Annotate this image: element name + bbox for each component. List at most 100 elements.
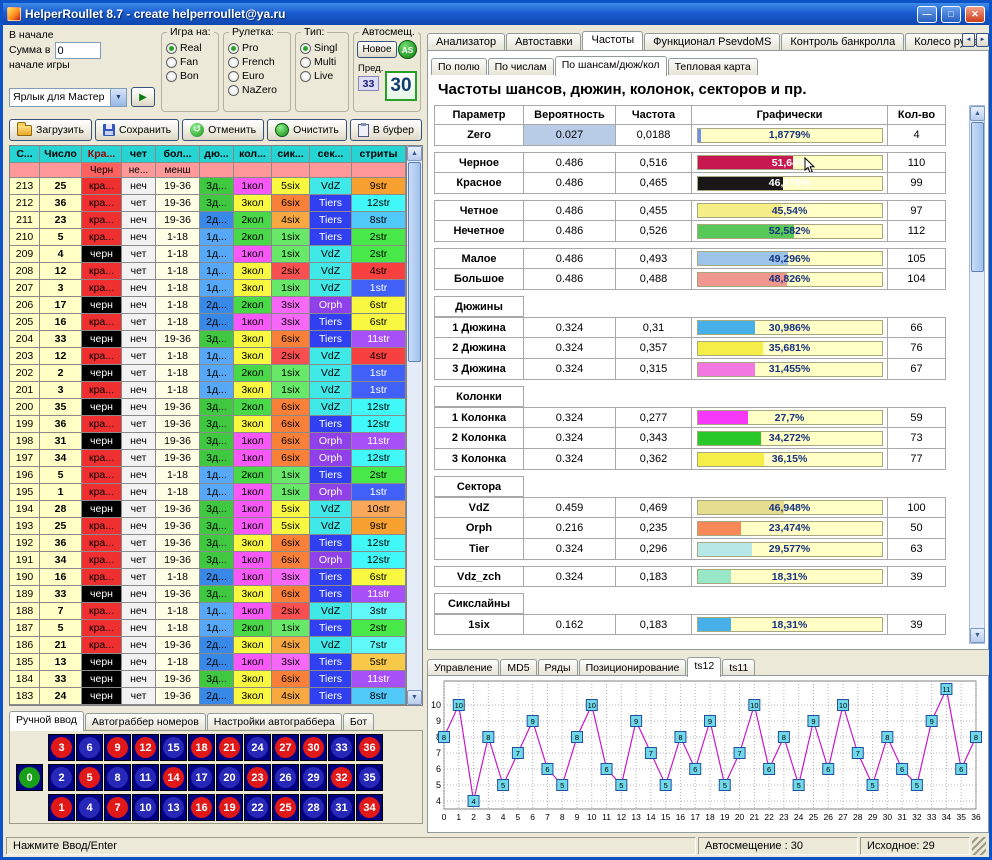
param-cell[interactable]: Tier <box>434 539 524 560</box>
close-button[interactable]: ✕ <box>965 6 985 23</box>
pad-number-31[interactable]: 31 <box>328 794 355 821</box>
pad-number-18[interactable]: 18 <box>188 734 215 761</box>
param-cell[interactable]: 2 Колонка <box>434 428 524 449</box>
table-row[interactable]: 19734кра...чет19-363д...1кол6sixOrph12st… <box>10 450 406 467</box>
filter-cell[interactable] <box>10 163 40 178</box>
start-sum-input[interactable] <box>55 42 101 59</box>
table-row[interactable]: 19016кра...чет1-182д...1кол3sixTiers6str <box>10 569 406 586</box>
pad-number-16[interactable]: 16 <box>188 794 215 821</box>
pad-number-17[interactable]: 17 <box>188 764 215 791</box>
section-header[interactable]: Колонки <box>434 386 524 407</box>
param-cell[interactable]: Большое <box>434 269 524 290</box>
table-row[interactable]: 19134кра...чет19-363д...1кол6sixOrph12st… <box>10 552 406 569</box>
column-header[interactable]: С... <box>10 146 40 163</box>
radio-pro[interactable]: Pro <box>228 42 286 54</box>
column-header[interactable]: кол... <box>234 146 272 163</box>
pad-number-14[interactable]: 14 <box>160 764 187 791</box>
table-row[interactable]: 2022чернчет1-181д...2кол1sixVdZ1str <box>10 365 406 382</box>
table-row[interactable]: 18433черннеч19-363д...3кол6sixTiers11str <box>10 671 406 688</box>
table-row[interactable]: 2105кра...неч1-181д...2кол1sixTiers2str <box>10 229 406 246</box>
param-cell[interactable]: 3 Колонка <box>434 449 524 470</box>
param-cell[interactable]: Малое <box>434 248 524 269</box>
column-header[interactable]: Число <box>40 146 82 163</box>
section-header[interactable]: Сектора <box>434 476 524 497</box>
frequency-table-scrollbar[interactable]: ▲ ▼ <box>969 105 985 644</box>
pad-number-21[interactable]: 21 <box>216 734 243 761</box>
column-header[interactable]: Кра... <box>82 146 122 163</box>
tab-ts11[interactable]: ts11 <box>722 659 755 676</box>
tab-частоты[interactable]: Частоты <box>582 31 643 50</box>
tab-автоставки[interactable]: Автоставки <box>506 33 581 50</box>
tab-анализатор[interactable]: Анализатор <box>427 33 505 50</box>
section-header[interactable]: Дюжины <box>434 296 524 317</box>
table-row[interactable]: 18621кра...неч19-362д...3кол4sixVdZ7str <box>10 637 406 654</box>
table-row[interactable]: 1887кра...неч1-181д...1кол2sixVdZ3str <box>10 603 406 620</box>
pad-number-10[interactable]: 10 <box>132 794 159 821</box>
pad-number-9[interactable]: 9 <box>104 734 131 761</box>
pad-number-5[interactable]: 5 <box>76 764 103 791</box>
filter-cell[interactable] <box>200 163 234 178</box>
scroll-thumb[interactable] <box>408 162 421 362</box>
column-header[interactable]: чет <box>122 146 156 163</box>
tab-позиционирование[interactable]: Позиционирование <box>579 659 687 676</box>
combo-dropdown-icon[interactable]: ▼ <box>110 89 126 106</box>
table-row[interactable]: 1875кра...неч1-181д...2кол1sixTiers2str <box>10 620 406 637</box>
param-cell[interactable]: Vdz_zch <box>434 566 524 587</box>
tab-настройки-автограббера[interactable]: Настройки автограббера <box>207 713 342 730</box>
radio-nazero[interactable]: NaZero <box>228 84 286 96</box>
pad-number-3[interactable]: 3 <box>48 734 75 761</box>
tab-по-числам[interactable]: По числам <box>488 58 554 75</box>
scroll-down-icon[interactable]: ▼ <box>970 628 985 643</box>
new-button[interactable]: Новое <box>357 41 397 58</box>
pad-number-12[interactable]: 12 <box>132 734 159 761</box>
resize-grip[interactable] <box>972 837 986 855</box>
tab-автограббер-номеров[interactable]: Автограббер номеров <box>85 713 206 730</box>
radio-real[interactable]: Real <box>166 42 214 54</box>
tab-ручной-ввод[interactable]: Ручной ввод <box>9 711 84 731</box>
table-row[interactable]: 20433черннеч19-363д...3кол6sixTiers11str <box>10 331 406 348</box>
table-row[interactable]: 18513черннеч1-182д...1кол3sixTiers5str <box>10 654 406 671</box>
pad-number-6[interactable]: 6 <box>76 734 103 761</box>
pad-number-8[interactable]: 8 <box>104 764 131 791</box>
pad-number-2[interactable]: 2 <box>48 764 75 791</box>
toolbar-button-clipboard[interactable]: В буфер <box>350 119 422 141</box>
pad-number-28[interactable]: 28 <box>300 794 327 821</box>
pad-number-7[interactable]: 7 <box>104 794 131 821</box>
param-cell[interactable]: Черное <box>434 152 524 173</box>
table-row[interactable]: 2073кра...неч1-181д...3кол1sixVdZ1str <box>10 280 406 297</box>
radio-euro[interactable]: Euro <box>228 70 286 82</box>
pad-number-19[interactable]: 19 <box>216 794 243 821</box>
pad-number-33[interactable]: 33 <box>328 734 355 761</box>
tabs-scroll-right-icon[interactable]: ► <box>976 33 989 47</box>
table-row[interactable]: 21325кра...неч19-363д...1кол5sixVdZ9str <box>10 178 406 195</box>
pad-number-22[interactable]: 22 <box>244 794 271 821</box>
table-row[interactable]: 18933черннеч19-363д...3кол6sixTiers11str <box>10 586 406 603</box>
table-row[interactable]: 20035черннеч19-363д...2кол6sixVdZ12str <box>10 399 406 416</box>
filter-cell[interactable] <box>40 163 82 178</box>
play-button[interactable]: ▶ <box>131 87 155 107</box>
tab-контроль-банкролла[interactable]: Контроль банкролла <box>781 33 904 50</box>
pad-number-23[interactable]: 23 <box>244 764 271 791</box>
table-row[interactable]: 20812кра...чет1-181д...3кол2sixVdZ4str <box>10 263 406 280</box>
radio-bon[interactable]: Bon <box>166 70 214 82</box>
column-header[interactable]: сик... <box>272 146 310 163</box>
param-cell[interactable]: 2 Дюжина <box>434 338 524 359</box>
scroll-up-icon[interactable]: ▲ <box>407 146 422 161</box>
radio-multi[interactable]: Multi <box>300 56 344 68</box>
table-row[interactable]: 1951кра...неч1-181д...1кол1sixOrph1str <box>10 484 406 501</box>
filter-cell[interactable] <box>352 163 406 178</box>
param-cell[interactable]: Красное <box>434 173 524 194</box>
section-header[interactable]: Сикслайны <box>434 593 524 614</box>
scroll-down-icon[interactable]: ▼ <box>407 690 422 705</box>
pad-number-13[interactable]: 13 <box>160 794 187 821</box>
pad-number-27[interactable]: 27 <box>272 734 299 761</box>
toolbar-button-folder[interactable]: Загрузить <box>9 119 92 141</box>
column-header[interactable]: бол... <box>156 146 200 163</box>
scroll-thumb[interactable] <box>971 122 984 272</box>
tab-по-полю[interactable]: По полю <box>431 58 487 75</box>
filter-cell[interactable] <box>310 163 352 178</box>
tab-md5[interactable]: MD5 <box>500 659 536 676</box>
pad-number-34[interactable]: 34 <box>356 794 383 821</box>
preset-combobox[interactable]: Ярлык для Мастер ▼ <box>9 88 127 107</box>
column-header[interactable]: дю... <box>200 146 234 163</box>
